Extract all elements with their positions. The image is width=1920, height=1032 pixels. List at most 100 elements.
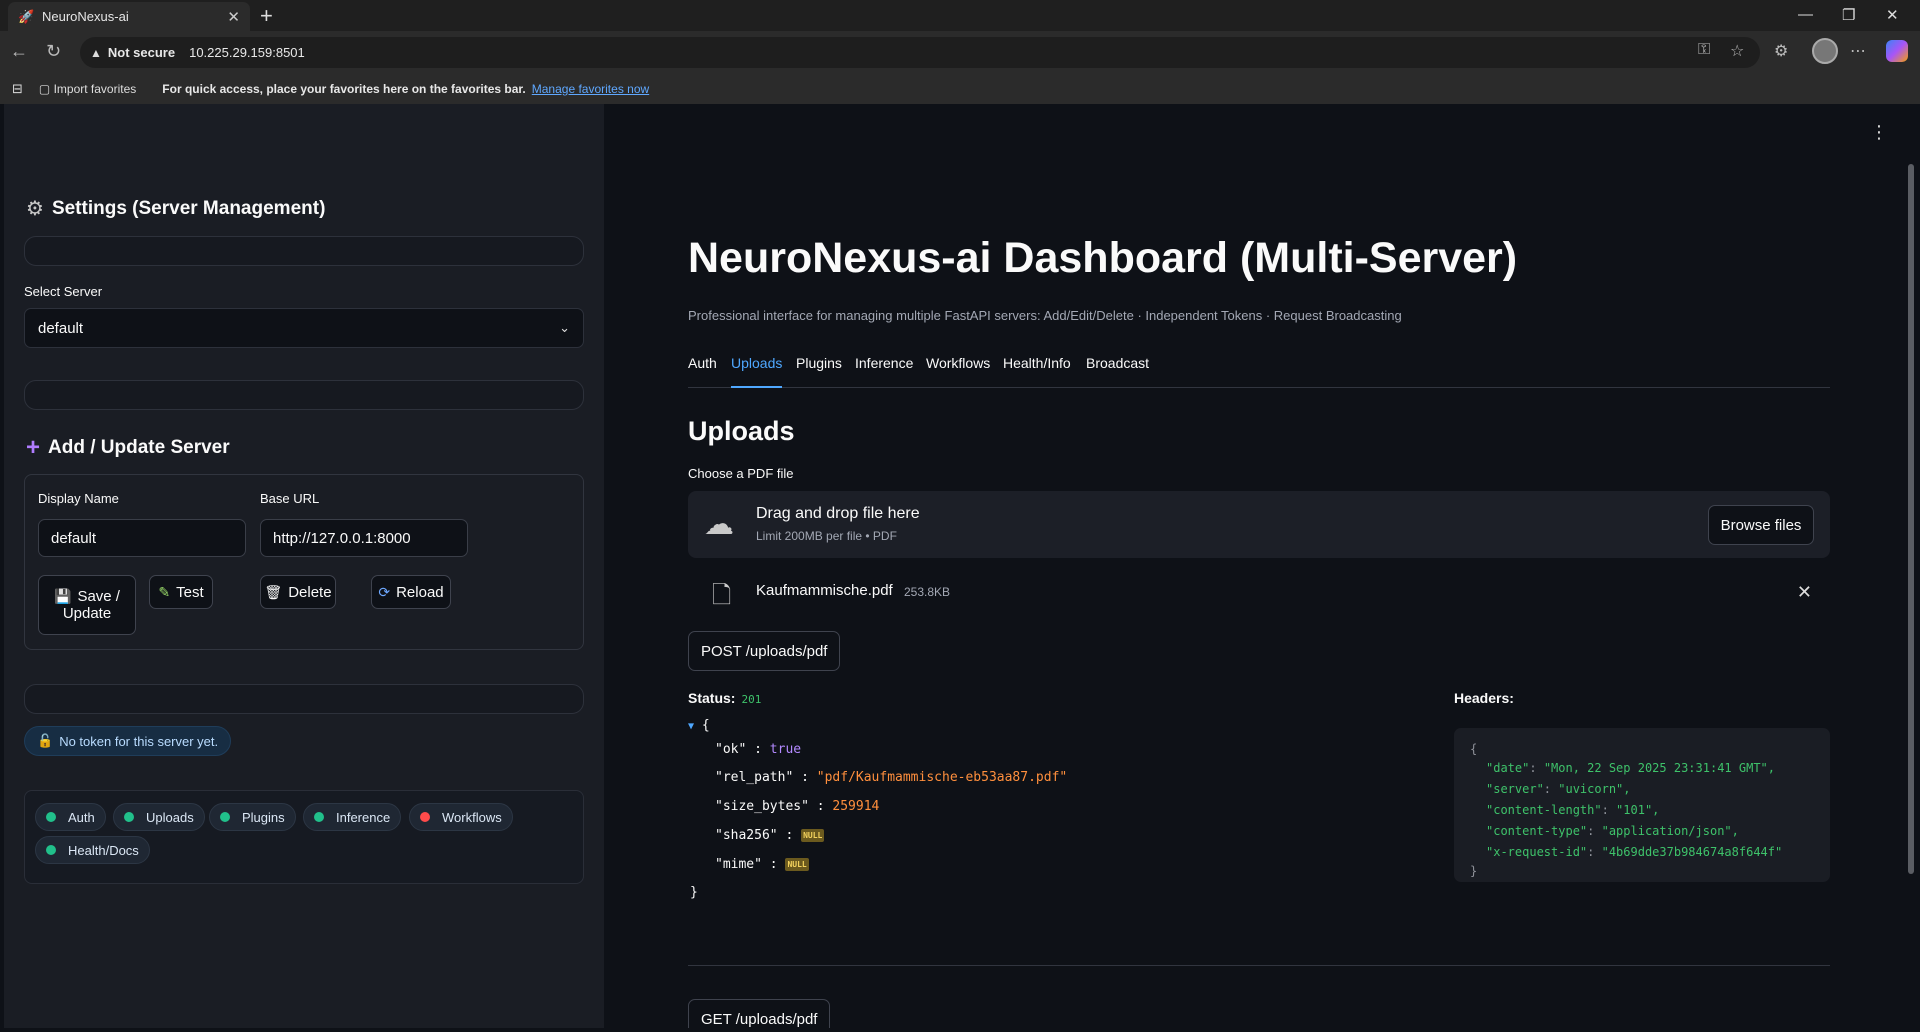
remove-file-icon[interactable]: ✕ [1797, 582, 1812, 603]
back-icon[interactable]: ← [10, 41, 28, 62]
file-uploader-label: Choose a PDF file [688, 466, 794, 481]
delete-label: Delete [288, 583, 332, 601]
get-uploads-button[interactable]: GET /uploads/pdf [688, 999, 831, 1028]
json-row-size: "size_bytes" : 259914 [715, 799, 880, 814]
status-dot [46, 845, 56, 855]
tab-auth[interactable]: Auth [688, 354, 717, 388]
json-null-badge: NULL [801, 829, 825, 842]
scrollbar[interactable] [1908, 164, 1914, 874]
tab-plugins[interactable]: Plugins [796, 354, 842, 388]
copilot-icon[interactable] [1886, 40, 1908, 62]
base-url-input[interactable]: http://127.0.0.1:8000 [260, 519, 468, 557]
tab-bar: Auth Uploads Plugins Inference Workflows… [688, 354, 1830, 388]
url-text[interactable]: 10.225.29.159:8501 [189, 45, 305, 60]
key-icon[interactable]: ⚿ [1698, 41, 1710, 59]
json-null-badge: NULL [785, 858, 809, 871]
save-line: 💾 Save / [54, 588, 120, 605]
header-row: "server": "uvicorn", [1486, 782, 1631, 796]
save-update-button[interactable]: 💾 Save / Update [38, 575, 136, 635]
headers-close-brace: } [1470, 864, 1478, 878]
collapse-triangle-icon[interactable]: ▼ [688, 721, 694, 732]
sidebar-toggle-icon[interactable]: ⊟ [12, 81, 23, 97]
dropzone-limits: Limit 200MB per file • PDF [756, 529, 897, 543]
json-open-brace: { [701, 718, 710, 733]
profile-avatar[interactable] [1812, 38, 1838, 64]
file-dropzone[interactable]: ☁ Drag and drop file here Limit 200MB pe… [688, 491, 1830, 558]
chip-label: Inference [336, 809, 391, 825]
status-dot [314, 812, 324, 822]
kebab-menu-icon[interactable]: ⋮ [1870, 122, 1888, 143]
settings-heading: ⚙ Settings (Server Management) [26, 196, 325, 221]
unlock-icon: 🔓 [37, 733, 54, 748]
json-row-sha256: "sha256" : NULL [715, 828, 825, 843]
base-url-label: Base URL [260, 491, 320, 506]
close-tab-icon[interactable]: ✕ [227, 8, 240, 26]
section-divider [688, 965, 1830, 966]
manage-favorites-link[interactable]: Manage favorites now [532, 82, 649, 96]
server-select[interactable]: default ⌄ [24, 308, 584, 348]
tab-inference[interactable]: Inference [855, 354, 913, 388]
browser-tab[interactable]: 🚀 NeuroNexus-ai ✕ [8, 2, 250, 31]
chip-workflows: Workflows [409, 803, 513, 831]
header-key: "content-type" [1486, 824, 1588, 838]
json-value: "pdf/Kaufmammische-eb53aa87.pdf" [816, 770, 1068, 785]
main-content: ⋮ NeuroNexus-ai Dashboard (Multi-Server)… [604, 104, 1916, 1028]
header-key: "x-request-id" [1486, 845, 1588, 859]
star-icon[interactable]: ☆ [1730, 41, 1744, 61]
display-name-input[interactable]: default [38, 519, 246, 557]
post-upload-button[interactable]: POST /uploads/pdf [688, 631, 841, 671]
close-window-icon[interactable]: ✕ [1886, 6, 1899, 24]
header-key: "content-length" [1486, 803, 1602, 817]
reload-app-icon: ⟳ [378, 583, 391, 600]
new-tab-icon[interactable]: + [260, 3, 273, 29]
tab-title: NeuroNexus-ai [42, 9, 129, 24]
chip-label: Uploads [146, 809, 194, 825]
header-value: "Mon, 22 Sep 2025 23:31:41 GMT", [1543, 761, 1775, 775]
minimize-icon[interactable]: — [1798, 6, 1813, 23]
browse-files-button[interactable]: Browse files [1708, 505, 1814, 545]
reload-button[interactable]: ⟳ Reload [371, 575, 451, 609]
server-form: Display Name default Base URL http://127… [24, 474, 584, 650]
header-row: "content-length": "101", [1486, 803, 1660, 817]
json-key: "mime" [715, 857, 762, 872]
token-notice-text: No token for this server yet. [59, 733, 219, 749]
status-dot [124, 812, 134, 822]
restore-icon[interactable]: ❐ [1842, 6, 1855, 24]
status-label: Status: [688, 690, 736, 706]
warning-icon: ▲ [90, 45, 102, 60]
json-key: "ok" [715, 742, 747, 757]
token-notice: 🔓 No token for this server yet. [24, 726, 232, 756]
not-secure-label[interactable]: Not secure [108, 45, 175, 60]
empty-status-bar [24, 380, 584, 410]
cloud-upload-icon: ☁ [704, 508, 734, 541]
import-favorites[interactable]: ▢ Import favorites [39, 82, 136, 96]
tab-health-info[interactable]: Health/Info [1003, 354, 1071, 388]
extensions-icon[interactable]: ⚙ [1774, 41, 1788, 61]
add-server-title: Add / Update Server [48, 437, 230, 458]
test-label: Test [176, 583, 204, 601]
tab-broadcast[interactable]: Broadcast [1086, 354, 1149, 388]
more-icon[interactable]: ⋯ [1850, 41, 1866, 61]
uploaded-file: 🗋 Kaufmammische.pdf 253.8KB ✕ [688, 574, 1830, 618]
dropzone-instructions: Drag and drop file here [756, 505, 920, 522]
chip-health-docs: Health/Docs [35, 836, 150, 864]
delete-button[interactable]: 🗑 Delete [260, 575, 336, 609]
header-key: "server" [1486, 782, 1544, 796]
gear-icon: ⚙ [26, 198, 44, 220]
header-row: "content-type": "application/json", [1486, 824, 1739, 838]
json-value: 259914 [832, 799, 880, 814]
floppy-icon: 💾 [54, 588, 72, 604]
tab-workflows[interactable]: Workflows [926, 354, 990, 388]
display-name-label: Display Name [38, 491, 119, 506]
status-line: Status: 201 [688, 690, 761, 706]
chip-label: Health/Docs [68, 842, 139, 858]
reload-icon[interactable]: ↻ [46, 41, 61, 62]
address-bar: ← ↻ ▲ Not secure 10.225.29.159:8501 ⚿ ☆ … [0, 31, 1920, 74]
save-label: Save / [77, 588, 120, 605]
sidebar: ⚙ Settings (Server Management) Select Se… [4, 104, 604, 1028]
test-button[interactable]: ✎ Test [149, 575, 213, 609]
add-server-heading: + Add / Update Server [26, 434, 230, 462]
tab-uploads[interactable]: Uploads [731, 354, 783, 388]
page-subtitle: Professional interface for managing mult… [688, 308, 1402, 323]
url-field[interactable]: ▲ Not secure 10.225.29.159:8501 [80, 37, 1760, 68]
